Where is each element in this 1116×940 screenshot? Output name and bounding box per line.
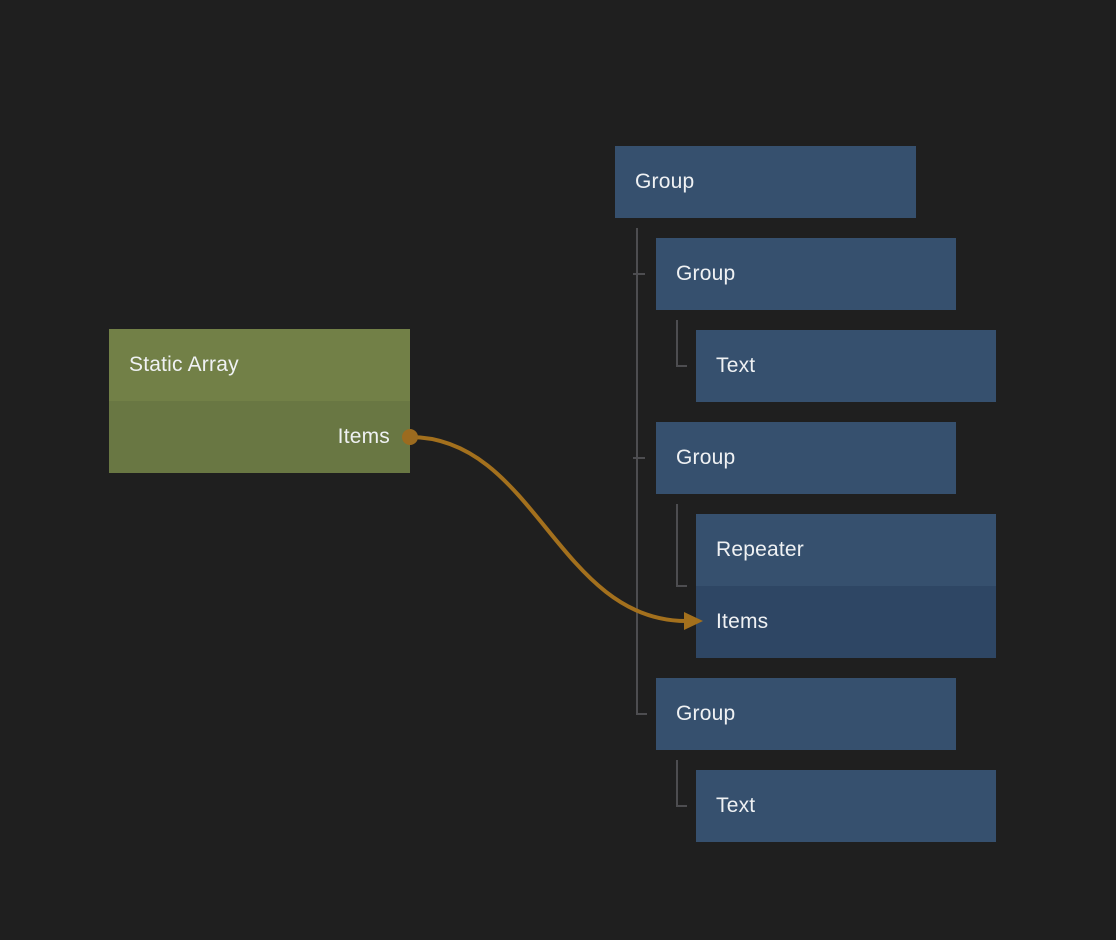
tree-line-text-child1 [677, 320, 687, 366]
tree-line-text-child2 [677, 760, 687, 806]
node-static-array-title: Static Array [109, 329, 410, 401]
tree-line-main [637, 228, 647, 714]
node-text-child1-title: Text [696, 330, 996, 402]
wire-path [410, 437, 686, 621]
node-group-child3[interactable]: Group [656, 678, 956, 750]
node-group-child1-title: Group [656, 238, 956, 310]
output-port-items-row[interactable]: Items [109, 401, 410, 473]
node-static-array[interactable]: Static Array Items [109, 329, 410, 473]
node-group-root-title: Group [615, 146, 916, 218]
node-repeater[interactable]: Repeater Items [696, 514, 996, 658]
node-group-child3-title: Group [656, 678, 956, 750]
node-group-child2[interactable]: Group [656, 422, 956, 494]
tree-line-repeater [677, 504, 687, 586]
node-graph-canvas: Static Array Items Group Group Text Grou… [0, 0, 1116, 940]
node-text-child2[interactable]: Text [696, 770, 996, 842]
node-repeater-title: Repeater [696, 514, 996, 586]
input-port-items-row[interactable]: Items [696, 586, 996, 658]
node-text-child2-title: Text [696, 770, 996, 842]
node-group-child2-title: Group [656, 422, 956, 494]
node-group-child1[interactable]: Group [656, 238, 956, 310]
node-group-root[interactable]: Group [615, 146, 916, 218]
node-text-child1[interactable]: Text [696, 330, 996, 402]
